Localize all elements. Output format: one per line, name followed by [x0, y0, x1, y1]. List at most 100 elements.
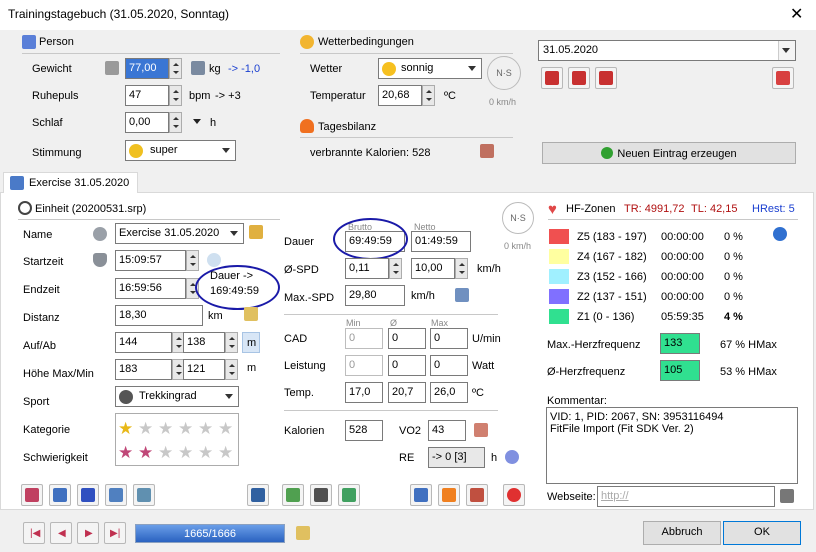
schwierigkeit-star-5[interactable]: ★	[198, 444, 213, 461]
wind-compass-exercise-icon[interactable]: N·S	[502, 202, 534, 234]
ab-input[interactable]: 138	[183, 332, 225, 353]
spd-netto-input[interactable]: 10,00	[411, 258, 455, 279]
kategorie-star-4[interactable]: ★	[178, 420, 193, 437]
next-record-icon[interactable]: ▶	[77, 522, 99, 544]
re-input[interactable]: -> 0 [3]	[428, 447, 485, 468]
chart-icon[interactable]	[474, 423, 488, 437]
hoehe-max-input[interactable]: 183	[115, 359, 172, 380]
tab-exercise[interactable]: Exercise 31.05.2020	[3, 172, 138, 193]
calendar-next-icon[interactable]	[595, 67, 617, 89]
temp-min-input[interactable]: 17,0	[345, 382, 383, 403]
schwierigkeit-star-6[interactable]: ★	[218, 444, 233, 461]
startzeit-spinner[interactable]	[186, 250, 199, 271]
ruhepuls-input[interactable]: 47	[125, 85, 169, 106]
line-chart-icon[interactable]	[49, 484, 71, 506]
prev-record-icon[interactable]: ◀	[50, 522, 72, 544]
schwierigkeit-star-1[interactable]: ★	[118, 444, 133, 461]
spd-brutto-spinner[interactable]	[389, 258, 402, 279]
calendar-prev-icon[interactable]	[541, 67, 563, 89]
folder-icon[interactable]	[249, 225, 263, 239]
leistung-avg-input[interactable]: 0	[388, 355, 426, 376]
schlaf-dropdown-icon[interactable]	[193, 119, 201, 124]
auf-input[interactable]: 144	[115, 332, 172, 353]
calendar-add-icon[interactable]	[772, 67, 794, 89]
add-note-icon[interactable]	[296, 526, 310, 540]
cad-max-input[interactable]: 0	[430, 328, 468, 349]
temp-avg-input[interactable]: 20,7	[388, 382, 426, 403]
maxhf-input[interactable]: 133	[660, 333, 700, 354]
sport-select[interactable]: Trekkingrad	[115, 386, 239, 407]
dauer-netto-input[interactable]: 01:49:59	[411, 231, 471, 252]
avghf-input[interactable]: 105	[660, 360, 700, 381]
kalorien-label: Kalorien	[284, 425, 325, 437]
delete-icon[interactable]	[503, 484, 525, 506]
schlaf-spinner[interactable]	[169, 112, 182, 133]
schwierigkeit-star-4[interactable]: ★	[178, 444, 193, 461]
stimmung-select[interactable]: super	[125, 140, 236, 161]
shoe-icon[interactable]	[247, 484, 269, 506]
cad-avg-input[interactable]: 0	[388, 328, 426, 349]
table-icon[interactable]	[455, 288, 469, 302]
wind-compass-icon[interactable]: N·S	[487, 56, 521, 90]
leistung-min-input[interactable]: 0	[345, 355, 383, 376]
copy-icon[interactable]	[410, 484, 432, 506]
spd-brutto-input[interactable]: 0,11	[345, 258, 389, 279]
abbruch-button[interactable]: Abbruch	[643, 521, 721, 545]
first-record-icon[interactable]: |◀	[23, 522, 45, 544]
bar-chart-icon[interactable]	[77, 484, 99, 506]
hoehe-min-input[interactable]: 121	[183, 359, 225, 380]
bulb-icon[interactable]	[207, 253, 221, 267]
hand-icon[interactable]	[480, 144, 494, 158]
kategorie-star-3[interactable]: ★	[158, 420, 173, 437]
kommentar-textarea[interactable]: VID: 1, PID: 2067, SN: 3953116494 FitFil…	[546, 407, 798, 484]
last-record-icon[interactable]: ▶|	[104, 522, 126, 544]
gewicht-input[interactable]: 77,00	[125, 58, 169, 79]
wetter-select[interactable]: sonnig	[378, 58, 482, 79]
calendar-today-icon[interactable]	[568, 67, 590, 89]
pie-chart-icon[interactable]	[773, 227, 787, 241]
table-view-icon[interactable]	[105, 484, 127, 506]
cad-min-input[interactable]: 0	[345, 328, 383, 349]
kategorie-star-6[interactable]: ★	[218, 420, 233, 437]
name-select[interactable]: Exercise 31.05.2020	[115, 223, 244, 244]
device-icon[interactable]	[310, 484, 332, 506]
mail-icon[interactable]	[338, 484, 360, 506]
date-picker[interactable]: 31.05.2020	[538, 40, 796, 61]
report-icon[interactable]	[133, 484, 155, 506]
endzeit-input[interactable]: 16:59:56	[115, 278, 186, 299]
schwierigkeit-star-3[interactable]: ★	[158, 444, 173, 461]
startzeit-input[interactable]: 15:09:57	[115, 250, 186, 271]
distanz-input[interactable]: 18,30	[115, 305, 203, 326]
record-progress-bar[interactable]: 1665/1666	[135, 524, 285, 543]
kalorien-input[interactable]: 528	[345, 420, 383, 441]
schwierigkeit-star-2[interactable]: ★	[138, 444, 153, 461]
schlaf-input[interactable]: 0,00	[125, 112, 169, 133]
ab-spinner[interactable]	[225, 332, 238, 353]
temperatur-spinner[interactable]	[422, 85, 435, 106]
rss-icon[interactable]	[438, 484, 460, 506]
webseite-input[interactable]: http://	[597, 486, 775, 507]
aufab-unit-button[interactable]: m	[242, 332, 260, 353]
calculator-icon[interactable]	[191, 61, 205, 75]
kategorie-star-5[interactable]: ★	[198, 420, 213, 437]
hoehe-min-spinner[interactable]	[225, 359, 238, 380]
graph-icon[interactable]	[21, 484, 43, 506]
close-icon[interactable]: ✕	[790, 4, 803, 24]
spd-netto-spinner[interactable]	[455, 258, 468, 279]
kategorie-star-1[interactable]: ★	[118, 420, 133, 437]
maxspd-input[interactable]: 29,80	[345, 285, 405, 306]
new-entry-button[interactable]: Neuen Eintrag erzeugen	[542, 142, 796, 164]
leistung-max-input[interactable]: 0	[430, 355, 468, 376]
export-icon[interactable]	[466, 484, 488, 506]
edit-icon[interactable]	[244, 307, 258, 321]
qr-code-icon[interactable]	[780, 489, 794, 503]
ruhepuls-spinner[interactable]	[169, 85, 182, 106]
clock-icon[interactable]	[505, 450, 519, 464]
vo2-input[interactable]: 43	[428, 420, 466, 441]
ok-button[interactable]: OK	[723, 521, 801, 545]
temperatur-input[interactable]: 20,68	[378, 85, 422, 106]
kategorie-star-2[interactable]: ★	[138, 420, 153, 437]
gewicht-spinner[interactable]	[169, 58, 182, 79]
photo-icon[interactable]	[282, 484, 304, 506]
temp-max-input[interactable]: 26,0	[430, 382, 468, 403]
